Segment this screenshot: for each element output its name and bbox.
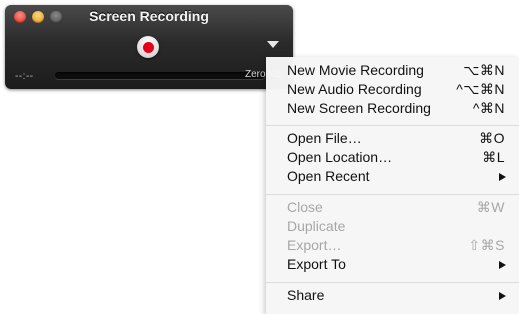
menu-separator <box>266 125 519 126</box>
menu-item-label: Share <box>287 287 325 303</box>
menu-item-label: Duplicate <box>287 218 346 234</box>
menu-item-open-location[interactable]: Open Location… ⌘L <box>266 148 519 167</box>
menu-item-duplicate: Duplicate <box>266 217 519 236</box>
menu-group-file: Close ⌘W Duplicate Export… ⇧⌘S Export To <box>266 198 519 274</box>
menu-item-new-audio-recording[interactable]: New Audio Recording ^⌥⌘N <box>266 80 519 99</box>
elapsed-time: --:-- <box>15 71 34 82</box>
menu-item-open-recent[interactable]: Open Recent <box>266 167 519 186</box>
menu-group-share: Share <box>266 286 519 305</box>
window-title: Screen Recording <box>89 8 209 24</box>
submenu-arrow-icon <box>499 292 506 300</box>
menu-item-shortcut: ⇧⌘S <box>468 237 505 253</box>
menu-item-shortcut: ⌘L <box>482 149 505 165</box>
options-menu-arrow-icon[interactable] <box>267 41 279 48</box>
record-button[interactable] <box>137 36 159 58</box>
menu-item-new-movie-recording[interactable]: New Movie Recording ⌥⌘N <box>266 61 519 80</box>
menu-item-shortcut: ⌘W <box>476 199 505 215</box>
menu-item-shortcut: ^⌘N <box>472 100 505 116</box>
submenu-arrow-icon <box>499 261 506 269</box>
volume-level-track <box>55 72 265 79</box>
menu-item-export-to[interactable]: Export To <box>266 255 519 274</box>
menu-item-close: Close ⌘W <box>266 198 519 217</box>
menu-group-new: New Movie Recording ⌥⌘N New Audio Record… <box>266 61 519 118</box>
menu-separator <box>266 194 519 195</box>
menu-item-shortcut: ⌘O <box>479 130 505 146</box>
menu-item-shortcut: ⌥⌘N <box>463 62 505 78</box>
menu-item-share[interactable]: Share <box>266 286 519 305</box>
menu-item-label: Open File… <box>287 130 362 146</box>
menu-item-label: Close <box>287 199 323 215</box>
menu-item-label: Open Location… <box>287 149 393 165</box>
menu-item-label: Export To <box>287 256 346 272</box>
menu-group-open: Open File… ⌘O Open Location… ⌘L Open Rec… <box>266 129 519 186</box>
menu-item-label: New Audio Recording <box>287 81 422 97</box>
menu-separator <box>266 282 519 283</box>
options-dropdown-menu: New Movie Recording ⌥⌘N New Audio Record… <box>266 57 519 314</box>
menu-item-export: Export… ⇧⌘S <box>266 236 519 255</box>
menu-item-label: Export… <box>287 237 342 253</box>
menu-item-new-screen-recording[interactable]: New Screen Recording ^⌘N <box>266 99 519 118</box>
menu-item-label: New Movie Recording <box>287 62 424 78</box>
menu-item-open-file[interactable]: Open File… ⌘O <box>266 129 519 148</box>
screen: Screen Recording --:-- Zero KB New Movie… <box>0 0 519 314</box>
screen-recording-window: Screen Recording --:-- Zero KB <box>5 5 293 89</box>
menu-item-label: New Screen Recording <box>287 100 431 116</box>
record-icon <box>142 41 154 53</box>
submenu-arrow-icon <box>499 173 506 181</box>
menu-item-label: Open Recent <box>287 168 370 184</box>
menu-item-shortcut: ^⌥⌘N <box>456 81 505 97</box>
